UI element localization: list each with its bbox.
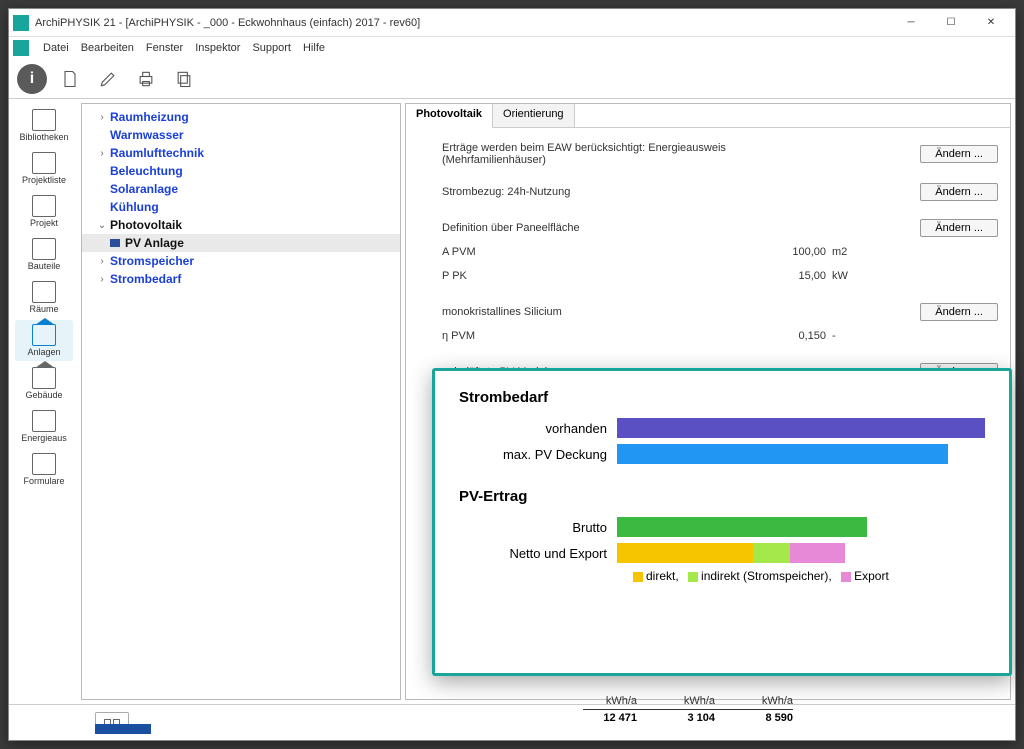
tab-photovoltaik[interactable]: Photovoltaik — [406, 104, 493, 128]
tree-raumheizung[interactable]: ›Raumheizung — [82, 108, 400, 126]
maximize-button[interactable]: ☐ — [931, 11, 971, 35]
tree-strombedarf[interactable]: ›Strombedarf — [82, 270, 400, 288]
sidebar-raeume[interactable]: Räume — [15, 277, 73, 318]
cube-icon — [32, 281, 56, 303]
app-icon — [13, 15, 29, 31]
apvm-label: A PVM — [442, 246, 742, 258]
tree-panel: ›Raumheizung Warmwasser ›Raumlufttechnik… — [81, 103, 401, 700]
list-icon — [32, 152, 56, 174]
bar-brutto — [617, 517, 985, 537]
edit-button[interactable] — [93, 64, 123, 94]
menu-support[interactable]: Support — [252, 42, 291, 54]
sidebar: Bibliotheken Projektliste Projekt Bautei… — [9, 99, 79, 704]
print-button[interactable] — [131, 64, 161, 94]
strombezug-label: Strombezug: 24h-Nutzung — [442, 186, 742, 198]
change-eaw-button[interactable]: Ändern ... — [920, 145, 998, 163]
books-icon — [32, 109, 56, 131]
statusbar — [9, 704, 1015, 740]
building-icon — [32, 367, 56, 389]
menu-fenster[interactable]: Fenster — [146, 42, 183, 54]
ppk-unit: kW — [832, 270, 862, 282]
chart-title-1: Strombedarf — [459, 389, 985, 406]
tree-pv-anlage[interactable]: PV Anlage — [82, 234, 400, 252]
chart-overlay: Strombedarf vorhanden max. PV Deckung PV… — [432, 368, 1012, 676]
app-menu-icon — [13, 40, 29, 56]
tree-kuehlung[interactable]: Kühlung — [82, 198, 400, 216]
bar-netto-label: Netto und Export — [459, 546, 617, 561]
sidebar-gebaeude[interactable]: Gebäude — [15, 363, 73, 404]
bar-vorhanden-label: vorhanden — [459, 421, 617, 436]
tree-raumlufttechnik[interactable]: ›Raumlufttechnik — [82, 144, 400, 162]
eaw-label: Erträge werden beim EAW berücksichtigt: … — [442, 142, 742, 166]
silicium-label: monokristallines Silicium — [442, 306, 742, 318]
definition-label: Definition über Paneelfläche — [442, 222, 742, 234]
apvm-unit: m2 — [832, 246, 862, 258]
folder-icon — [32, 195, 56, 217]
box-icon — [32, 238, 56, 260]
menu-bearbeiten[interactable]: Bearbeiten — [81, 42, 134, 54]
tree-stromspeicher[interactable]: ›Stromspeicher — [82, 252, 400, 270]
bar-deckung — [617, 444, 985, 464]
npvm-label: η PVM — [442, 330, 742, 342]
menu-datei[interactable]: Datei — [43, 42, 69, 54]
sidebar-anlagen[interactable]: Anlagen — [15, 320, 73, 361]
bar-vorhanden — [617, 418, 985, 438]
sidebar-formulare[interactable]: Formulare — [15, 449, 73, 490]
change-silicium-button[interactable]: Ändern ... — [920, 303, 998, 321]
minimize-button[interactable]: ─ — [891, 11, 931, 35]
tree-photovoltaik[interactable]: ⌄Photovoltaik — [82, 216, 400, 234]
sidebar-bibliotheken[interactable]: Bibliotheken — [15, 105, 73, 146]
bar-netto — [617, 543, 985, 563]
house-icon — [32, 324, 56, 346]
window-title: ArchiPHYSIK 21 - [ArchiPHYSIK - _000 - E… — [35, 17, 891, 29]
summary-values: kWh/akWh/akWh/a 12 4713 1048 590 — [583, 695, 793, 724]
titlebar: ArchiPHYSIK 21 - [ArchiPHYSIK - _000 - E… — [9, 9, 1015, 37]
menu-inspektor[interactable]: Inspektor — [195, 42, 240, 54]
tree-warmwasser[interactable]: Warmwasser — [82, 126, 400, 144]
menubar: Datei Bearbeiten Fenster Inspektor Suppo… — [9, 37, 1015, 59]
apvm-value: 100,00 — [742, 246, 832, 258]
ppk-value: 15,00 — [742, 270, 832, 282]
close-button[interactable]: ✕ — [971, 11, 1011, 35]
form-icon — [32, 453, 56, 475]
pv-node-icon — [110, 239, 120, 247]
energy-icon — [32, 410, 56, 432]
bar-deckung-label: max. PV Deckung — [459, 447, 617, 462]
chart-legend: direkt, indirekt (Stromspeicher), Export — [627, 569, 985, 583]
copy-button[interactable] — [169, 64, 199, 94]
sidebar-bauteile[interactable]: Bauteile — [15, 234, 73, 275]
sidebar-projekt[interactable]: Projekt — [15, 191, 73, 232]
ppk-label: P PK — [442, 270, 742, 282]
info-button[interactable]: i — [17, 64, 47, 94]
tree-solaranlage[interactable]: Solaranlage — [82, 180, 400, 198]
npvm-unit: - — [832, 330, 862, 342]
tree-beleuchtung[interactable]: Beleuchtung — [82, 162, 400, 180]
change-strombezug-button[interactable]: Ändern ... — [920, 183, 998, 201]
chart-title-2: PV-Ertrag — [459, 488, 985, 505]
sidebar-projektliste[interactable]: Projektliste — [15, 148, 73, 189]
tab-orientierung[interactable]: Orientierung — [493, 104, 575, 128]
menu-hilfe[interactable]: Hilfe — [303, 42, 325, 54]
new-button[interactable] — [55, 64, 85, 94]
npvm-value: 0,150 — [742, 330, 832, 342]
sidebar-energieausweis[interactable]: Energieaus — [15, 406, 73, 447]
bar-brutto-label: Brutto — [459, 520, 617, 535]
toolbar: i — [9, 59, 1015, 99]
progress-indicator — [95, 724, 151, 734]
change-definition-button[interactable]: Ändern ... — [920, 219, 998, 237]
